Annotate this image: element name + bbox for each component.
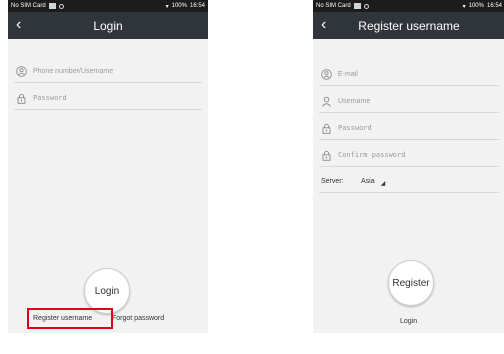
page-title: Login — [93, 18, 123, 33]
notification-icon — [48, 3, 56, 9]
username-placeholder: Phone number/Username — [33, 67, 114, 75]
person-icon — [321, 96, 332, 107]
status-bar: No SIM Card ▾ 100% 16:54 — [313, 0, 504, 12]
signal-icon: ▾ — [165, 3, 169, 10]
server-row[interactable]: Server: Asia ◢ — [319, 170, 499, 193]
register-screen: No SIM Card ▾ 100% 16:54 ‹ Register user… — [313, 0, 504, 333]
back-arrow-icon[interactable]: ‹ — [321, 15, 326, 35]
user-circle-icon — [16, 65, 27, 77]
lock-icon — [16, 93, 27, 104]
username-placeholder: Username — [338, 97, 371, 105]
register-highlight-box — [27, 308, 113, 329]
back-arrow-icon[interactable]: ‹ — [16, 15, 21, 35]
email-placeholder: E-mail — [338, 70, 358, 78]
lock-icon — [321, 150, 332, 161]
email-field[interactable]: E-mail — [319, 63, 499, 86]
password-field[interactable]: Password — [14, 87, 202, 110]
register-button[interactable]: Register — [388, 260, 434, 306]
email-icon — [321, 68, 332, 80]
status-bar: No SIM Card ▾ 100% 16:54 — [8, 0, 208, 12]
username-field[interactable]: Phone number/Username — [14, 60, 202, 83]
login-button-label: Login — [94, 285, 120, 297]
server-value[interactable]: Asia — [361, 178, 375, 185]
dropdown-caret-icon[interactable]: ◢ — [381, 180, 386, 187]
signal-icon: ▾ — [462, 3, 466, 10]
login-screen: No SIM Card ▾ 100% 16:54 ‹ Login Phone n… — [8, 0, 208, 333]
carrier-text: No SIM Card — [316, 3, 351, 9]
register-button-label: Register — [392, 277, 430, 289]
forgot-password-link[interactable]: Forgot password — [112, 315, 164, 322]
confirm-password-placeholder: Confirm password — [338, 151, 406, 159]
page-title: Register username — [358, 18, 460, 33]
username-field[interactable]: Username — [319, 90, 499, 113]
time-text: 16:54 — [486, 3, 502, 9]
time-text: 16:54 — [189, 3, 205, 9]
battery-text: 100% — [468, 3, 484, 9]
notification-icon — [353, 3, 361, 9]
sync-icon — [58, 3, 64, 9]
carrier-text: No SIM Card — [11, 3, 46, 9]
confirm-password-field[interactable]: Confirm password — [319, 144, 499, 167]
password-placeholder: Password — [33, 94, 67, 102]
lock-icon — [321, 123, 332, 134]
password-field[interactable]: Password — [319, 117, 499, 140]
password-placeholder: Password — [338, 124, 372, 132]
title-bar: ‹ Login — [8, 12, 208, 39]
server-label: Server: — [321, 177, 344, 185]
battery-text: 100% — [171, 3, 187, 9]
sync-icon — [363, 3, 369, 9]
login-link[interactable]: Login — [400, 318, 417, 325]
title-bar: ‹ Register username — [313, 12, 504, 39]
